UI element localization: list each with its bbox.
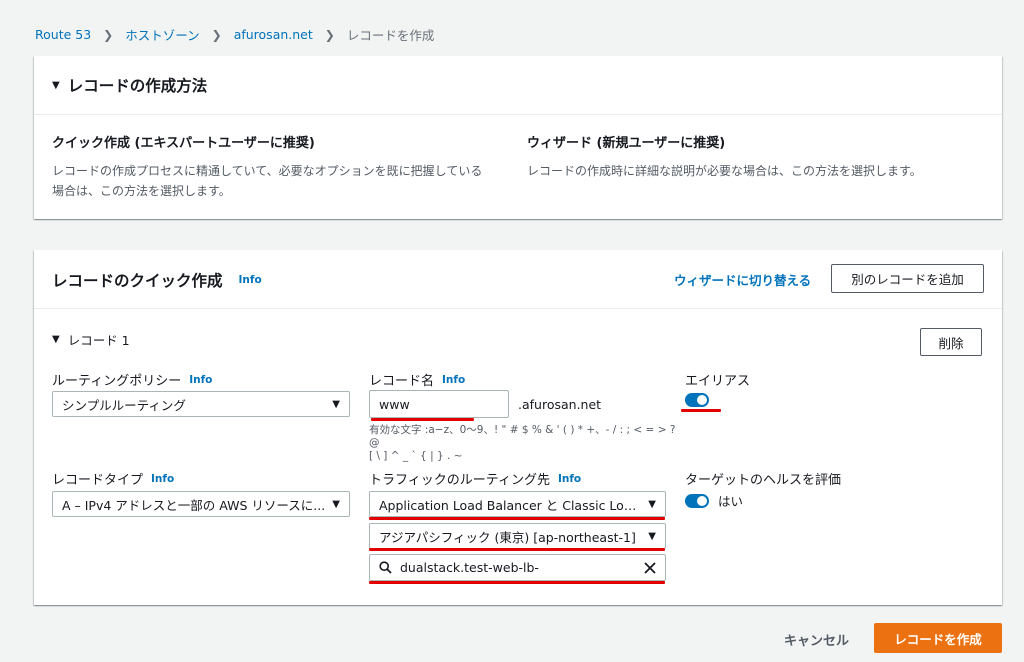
record-name-suffix: .afurosan.net (518, 397, 602, 412)
caret-down-icon: ▼ (332, 398, 340, 410)
caret-down-icon: ▼ (332, 498, 340, 510)
creation-method-title: レコードの作成方法 (67, 77, 208, 95)
caret-down-icon: ▼ (648, 530, 656, 542)
alias-toggle[interactable] (685, 393, 709, 407)
region-select[interactable]: アジアパシフィック (東京) [ap-northeast-1] ▼ (369, 523, 666, 549)
chevron-right-icon: ❯ (324, 27, 335, 42)
route-traffic-label: トラフィックのルーティング先 Info (369, 469, 581, 489)
breadcrumb-current: レコードを作成 (346, 28, 435, 43)
breadcrumb-domain[interactable]: afurosan.net (234, 27, 313, 42)
delete-record-button[interactable]: 削除 (920, 328, 982, 356)
record-type-select[interactable]: A – IPv4 アドレスと一部の AWS リソースに... ▼ (52, 491, 350, 517)
quick-create-panel-title: レコードのクイック作成 (52, 272, 223, 290)
quick-create-panel: レコードのクイック作成 Info ウィザードに切り替える 別のレコードを追加 ▼… (34, 250, 1002, 605)
route-traffic-label-text: トラフィックのルーティング先 (369, 473, 550, 488)
record-1-label: レコード 1 (67, 333, 130, 348)
record-name-input[interactable]: www (369, 390, 509, 418)
route-traffic-info-link[interactable]: Info (558, 473, 581, 485)
creation-method-header[interactable]: ▼ レコードの作成方法 (52, 74, 207, 96)
evaluate-health-toggle[interactable] (685, 493, 709, 508)
wizard-title: ウィザード (新規ユーザーに推奨) (527, 136, 726, 151)
divider (34, 114, 1002, 115)
routing-policy-label-text: ルーティングポリシー (52, 374, 182, 389)
cancel-button[interactable]: キャンセル (784, 630, 849, 649)
record-name-hint: 有効な文字 :a−z、0〜9、! " # $ % & ' ( ) * +、- /… (369, 424, 689, 463)
caret-down-icon: ▼ (52, 79, 60, 91)
add-another-record-button[interactable]: 別のレコードを追加 (831, 264, 984, 293)
divider (34, 308, 1002, 309)
record-type-label-text: レコードタイプ (52, 473, 144, 488)
endpoint-value: Application Load Balancer と Classic Load… (379, 497, 643, 513)
record-name-hint-line1: 有効な文字 :a−z、0〜9、! " # $ % & ' ( ) * +、- /… (369, 424, 676, 449)
evaluate-health-toggle-label: はい (718, 494, 744, 509)
quick-create-info-link[interactable]: Info (239, 274, 262, 286)
create-records-button[interactable]: レコードを作成 (874, 623, 1002, 653)
region-value: アジアパシフィック (東京) [ap-northeast-1] (379, 529, 636, 545)
record-1-header[interactable]: ▼ レコード 1 (52, 330, 130, 349)
routing-policy-value: シンプルルーティング (62, 397, 186, 413)
record-name-label: レコード名 Info (369, 370, 465, 390)
record-name-value: www (379, 396, 410, 412)
load-balancer-search[interactable]: dualstack.test-web-lb- (369, 554, 666, 581)
routing-policy-label: ルーティングポリシー Info (52, 370, 212, 390)
wizard-desc: レコードの作成時に詳細な説明が必要な場合は、この方法を選択します。 (527, 164, 922, 178)
chevron-right-icon: ❯ (103, 27, 114, 42)
record-type-value: A – IPv4 アドレスと一部の AWS リソースに... (62, 497, 326, 513)
record-type-info-link[interactable]: Info (151, 473, 174, 485)
evaluate-health-label: ターゲットのヘルスを評価 (685, 473, 842, 488)
highlight-underline (371, 418, 474, 421)
routing-policy-info-link[interactable]: Info (189, 374, 212, 386)
creation-method-panel: ▼ レコードの作成方法 クイック作成 (エキスパートユーザーに推奨) レコードの… (34, 56, 1002, 219)
record-name-hint-line2: [ \ ] ^ _ ` { | } . ~ (369, 450, 463, 462)
search-icon (379, 561, 392, 574)
record-type-label: レコードタイプ Info (52, 469, 174, 489)
caret-down-icon: ▼ (648, 498, 656, 510)
breadcrumb-hosted-zones[interactable]: ホストゾーン (125, 25, 199, 44)
record-name-info-link[interactable]: Info (442, 374, 465, 386)
highlight-underline (369, 517, 665, 520)
quick-create-desc-line2: 場合は、この方法を選択します。 (52, 184, 231, 198)
quick-create-desc-line1: レコードの作成プロセスに精通していて、必要なオプションを既に把握している (52, 164, 483, 178)
endpoint-select[interactable]: Application Load Balancer と Classic Load… (369, 491, 666, 517)
evaluate-health-toggle-row: はい (685, 491, 743, 510)
quick-create-option[interactable]: クイック作成 (エキスパートユーザーに推奨) レコードの作成プロセスに精通してい… (52, 132, 522, 201)
highlight-underline (369, 581, 665, 584)
quick-create-desc: レコードの作成プロセスに精通していて、必要なオプションを既に把握している 場合は… (52, 161, 522, 201)
caret-down-icon: ▼ (52, 334, 60, 345)
routing-policy-select[interactable]: シンプルルーティング ▼ (52, 391, 350, 417)
alias-label: エイリアス (685, 374, 751, 389)
load-balancer-search-value: dualstack.test-web-lb- (400, 560, 539, 575)
breadcrumb-route53[interactable]: Route 53 (35, 27, 91, 42)
quick-create-title: クイック作成 (エキスパートユーザーに推奨) (52, 136, 315, 151)
wizard-option[interactable]: ウィザード (新規ユーザーに推奨) レコードの作成時に詳細な説明が必要な場合は、… (527, 132, 987, 181)
highlight-underline (369, 548, 665, 551)
switch-to-wizard-link[interactable]: ウィザードに切り替える (674, 270, 811, 289)
breadcrumb: Route 53 ❯ ホストゾーン ❯ afurosan.net ❯ レコードを… (35, 25, 434, 44)
highlight-underline (681, 409, 721, 412)
quick-create-header: レコードのクイック作成 Info (52, 269, 262, 291)
chevron-right-icon: ❯ (211, 27, 222, 42)
close-icon[interactable] (644, 561, 656, 574)
record-name-label-text: レコード名 (369, 374, 435, 389)
